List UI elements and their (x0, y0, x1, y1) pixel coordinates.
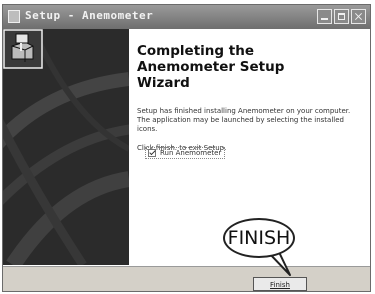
wizard-footer: Finish (3, 265, 370, 291)
run-checkbox[interactable] (148, 149, 156, 157)
title-bar[interactable]: Setup - Anemometer (3, 5, 370, 29)
run-checkbox-label[interactable]: Run Anemometer (160, 149, 221, 157)
maximize-button[interactable] (334, 9, 349, 24)
wizard-side-panel (3, 29, 129, 265)
installer-box-icon (3, 29, 43, 69)
finish-button-label: Finish (270, 281, 290, 289)
finish-callout: FINISH (223, 218, 295, 258)
finish-button[interactable]: Finish (253, 277, 307, 291)
page-title: Completing the Anemometer Setup Wizard (137, 43, 285, 91)
app-icon (8, 10, 20, 23)
minimize-button[interactable] (317, 9, 332, 24)
setup-description: Setup has finished installing Anemometer… (137, 107, 351, 133)
run-checkbox-row[interactable]: Run Anemometer (145, 147, 226, 159)
window-title: Setup - Anemometer (25, 9, 154, 22)
wizard-content: Completing the Anemometer Setup Wizard S… (3, 29, 370, 265)
close-button[interactable] (351, 9, 366, 24)
setup-window: Setup - Anemometer Completing the Anemom… (2, 4, 371, 292)
wizard-main: Completing the Anemometer Setup Wizard S… (137, 29, 364, 159)
